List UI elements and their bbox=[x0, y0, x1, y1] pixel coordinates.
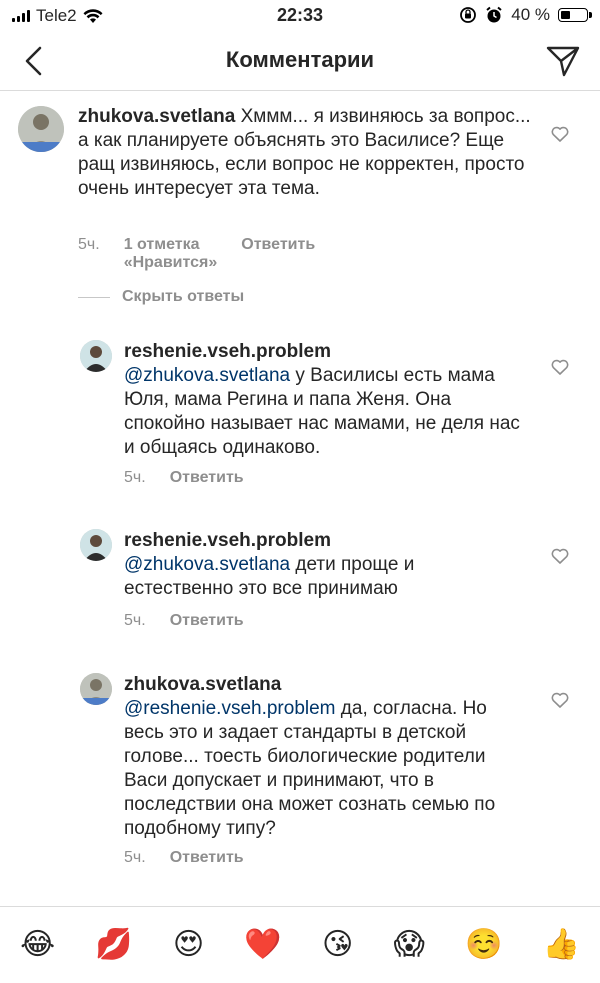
mention-link[interactable]: @zhukova.svetlana bbox=[124, 365, 290, 386]
reply-button[interactable]: Ответить bbox=[170, 849, 244, 867]
divider-line bbox=[78, 296, 110, 298]
mention-link[interactable]: @reshenie.vseh.problem bbox=[124, 698, 336, 719]
avatar[interactable] bbox=[80, 340, 112, 372]
alarm-icon bbox=[486, 6, 502, 23]
reply-username[interactable]: reshenie.vseh.problem bbox=[124, 529, 524, 553]
status-bar: Tele2 22:33 40 % bbox=[0, 0, 600, 32]
reply-username[interactable]: reshenie.vseh.problem bbox=[124, 340, 524, 364]
comment-username[interactable]: zhukova.svetlana bbox=[78, 106, 235, 127]
heart-eyes-emoji-icon[interactable]: 😍 bbox=[173, 930, 204, 960]
status-right: 40 % bbox=[459, 5, 592, 25]
avatar[interactable] bbox=[80, 529, 112, 561]
like-heart-icon[interactable] bbox=[550, 357, 570, 377]
battery-percent: 40 % bbox=[511, 5, 550, 24]
page-title: Комментарии bbox=[225, 47, 375, 72]
reply-time: 5ч. bbox=[124, 849, 146, 866]
direct-send-icon[interactable] bbox=[544, 42, 582, 80]
joy-emoji-icon[interactable]: 😂 bbox=[20, 930, 55, 960]
reply-time: 5ч. bbox=[124, 469, 146, 486]
mention-link[interactable]: @zhukova.svetlana bbox=[124, 554, 290, 575]
hide-replies-label: Скрыть ответы bbox=[122, 288, 245, 305]
reply-meta: 5ч. Ответить bbox=[124, 849, 244, 867]
thumbs-up-emoji-icon[interactable]: 👍 bbox=[543, 930, 580, 960]
reply-username[interactable]: zhukova.svetlana bbox=[124, 673, 524, 697]
reply-text: zhukova.svetlana @reshenie.vseh.problem … bbox=[124, 673, 524, 841]
avatar[interactable] bbox=[80, 673, 112, 705]
reply-time: 5ч. bbox=[124, 612, 146, 629]
like-heart-icon[interactable] bbox=[550, 124, 570, 144]
rotation-lock-icon bbox=[460, 7, 477, 23]
comment-text: zhukova.svetlana Хммм... я извиняюсь за … bbox=[78, 105, 538, 201]
reply-meta: 5ч. Ответить bbox=[124, 469, 244, 487]
like-heart-icon[interactable] bbox=[550, 690, 570, 710]
battery-icon bbox=[558, 8, 592, 22]
kissing-face-emoji-icon[interactable]: 😘 bbox=[322, 930, 353, 960]
hide-replies-button[interactable]: Скрыть ответы bbox=[78, 288, 244, 306]
smiling-face-emoji-icon[interactable]: ☺️ bbox=[465, 930, 502, 960]
reply-text: reshenie.vseh.problem @zhukova.svetlana … bbox=[124, 529, 524, 601]
reply-meta: 5ч. Ответить bbox=[124, 612, 244, 630]
likes-count-link[interactable]: 1 отметка «Нравится» bbox=[124, 236, 218, 272]
reply-text: reshenie.vseh.problem @zhukova.svetlana … bbox=[124, 340, 524, 460]
comment-meta: 5ч. 1 отметка «Нравится» Ответить bbox=[78, 236, 315, 272]
kiss-lips-emoji-icon[interactable]: 💋 bbox=[95, 930, 132, 960]
like-heart-icon[interactable] bbox=[550, 546, 570, 566]
comment-time: 5ч. bbox=[78, 236, 100, 253]
reply-button[interactable]: Ответить bbox=[241, 236, 315, 272]
reply-button[interactable]: Ответить bbox=[170, 612, 244, 630]
avatar[interactable] bbox=[18, 106, 64, 152]
battery-level bbox=[561, 11, 570, 19]
emoji-bar: 😂 💋 😍 ❤️ 😘 😱 ☺️ 👍 bbox=[0, 906, 600, 983]
reply-body: да, согласна. Но весь это и задает станд… bbox=[124, 698, 496, 839]
red-heart-emoji-icon[interactable]: ❤️ bbox=[244, 930, 281, 960]
scream-emoji-icon[interactable]: 😱 bbox=[393, 930, 424, 960]
header: Комментарии bbox=[0, 32, 600, 91]
reply-button[interactable]: Ответить bbox=[170, 469, 244, 487]
